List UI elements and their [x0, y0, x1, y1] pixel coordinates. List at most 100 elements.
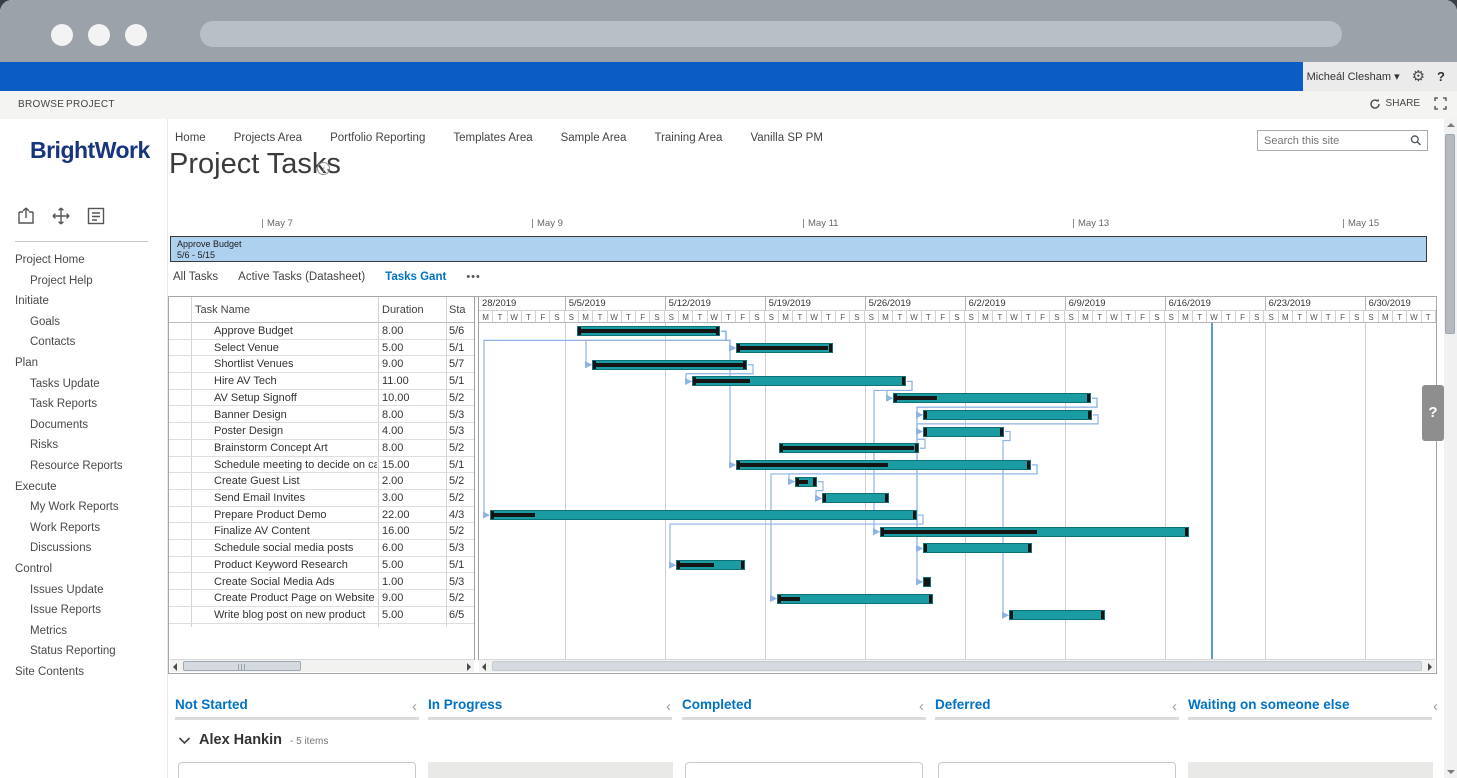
kanban-card[interactable] — [685, 762, 923, 778]
kanban-card[interactable] — [1188, 762, 1433, 778]
table-row[interactable]: Send Email Invites3.005/2 — [169, 490, 474, 507]
sidebar-item-issue-reports[interactable]: Issue Reports — [0, 600, 167, 621]
gantt-bar-finalize-av-content[interactable] — [880, 527, 1189, 537]
scrollbar-thumb[interactable] — [183, 661, 301, 671]
sidebar-item-tasks-update[interactable]: Tasks Update — [0, 374, 167, 395]
column-header-sta[interactable]: Sta — [449, 304, 466, 316]
user-menu[interactable]: Micheál Clesham ▾ — [1307, 70, 1400, 83]
gantt-bar-poster-design[interactable] — [923, 427, 1004, 437]
outline-icon[interactable] — [85, 205, 107, 227]
sidebar-item-initiate[interactable]: Initiate — [0, 291, 167, 312]
gantt-bar-create-guest-list[interactable] — [795, 477, 817, 487]
gantt-bar-send-email-invites[interactable] — [822, 493, 889, 503]
table-row[interactable]: Schedule meeting to decide on catering15… — [169, 457, 474, 474]
sidebar-item-my-work-reports[interactable]: My Work Reports — [0, 497, 167, 518]
column-header-task-name[interactable]: Task Name — [195, 304, 250, 316]
table-row[interactable]: Poster Design4.005/3 — [169, 423, 474, 440]
table-row[interactable]: Hire AV Tech11.005/1 — [169, 373, 474, 390]
search-icon[interactable] — [1410, 133, 1422, 148]
table-row[interactable]: Schedule social media posts6.005/3 — [169, 540, 474, 557]
gear-icon[interactable]: ⚙ — [1412, 69, 1425, 84]
scroll-up-arrow[interactable] — [1447, 123, 1455, 127]
gantt-bar-schedule-meeting-to-decide-on-catering[interactable] — [736, 460, 1031, 470]
scroll-down-arrow[interactable] — [1447, 770, 1455, 774]
sidebar-item-control[interactable]: Control — [0, 559, 167, 580]
sidebar-item-project-home[interactable]: Project Home — [0, 250, 167, 271]
sidebar-item-plan[interactable]: Plan — [0, 353, 167, 374]
sidebar-item-documents[interactable]: Documents — [0, 415, 167, 436]
sidebar-item-site-contents[interactable]: Site Contents — [0, 662, 167, 683]
scroll-right-arrow[interactable] — [1428, 663, 1432, 671]
chevron-left-icon[interactable]: ‹ — [919, 698, 924, 715]
window-close-button[interactable] — [51, 24, 73, 46]
ribbon-tab-browse[interactable]: BROWSE — [18, 99, 64, 110]
chevron-left-icon[interactable]: ‹ — [1433, 698, 1438, 715]
chevron-left-icon[interactable]: ‹ — [1172, 698, 1177, 715]
gantt-bar-product-keyword-research[interactable] — [676, 560, 745, 570]
sidebar-item-discussions[interactable]: Discussions — [0, 538, 167, 559]
kanban-card[interactable] — [428, 762, 673, 778]
table-row[interactable]: Brainstorm Concept Art8.005/2 — [169, 440, 474, 457]
focus-mode-icon[interactable] — [1434, 97, 1447, 110]
page-vscrollbar[interactable] — [1444, 119, 1457, 778]
topnav-item-sample-area[interactable]: Sample Area — [561, 132, 627, 144]
sidebar-item-task-reports[interactable]: Task Reports — [0, 394, 167, 415]
topnav-item-portfolio-reporting[interactable]: Portfolio Reporting — [330, 132, 425, 144]
table-row[interactable]: Finalize AV Content16.005/2 — [169, 523, 474, 540]
table-row[interactable]: Write blog post on new product5.006/5 — [169, 607, 474, 624]
gantt-bar-shortlist-venues[interactable] — [592, 360, 747, 370]
sidebar-item-contacts[interactable]: Contacts — [0, 332, 167, 353]
table-row[interactable]: Product Keyword Research5.005/1 — [169, 557, 474, 574]
table-row[interactable]: Shortlist Venues9.005/7 — [169, 356, 474, 373]
table-row[interactable]: Banner Design8.005/3 — [169, 407, 474, 424]
sidebar-item-work-reports[interactable]: Work Reports — [0, 518, 167, 539]
view-tab-active-tasks-datasheet[interactable]: Active Tasks (Datasheet) — [238, 271, 365, 283]
view-tab-all-tasks[interactable]: All Tasks — [173, 271, 218, 283]
gantt-bar-hire-av-tech[interactable] — [692, 376, 906, 386]
chevron-left-icon[interactable]: ‹ — [666, 698, 671, 715]
kanban-column-in-progress[interactable]: In Progress — [428, 697, 502, 712]
sidebar-item-resource-reports[interactable]: Resource Reports — [0, 456, 167, 477]
table-row[interactable]: Approve Budget8.005/6 — [169, 323, 474, 340]
gantt-bar-create-product-page-on-website[interactable] — [777, 594, 933, 604]
table-row[interactable]: AV Setup Signoff10.005/2 — [169, 390, 474, 407]
scrollbar-thumb[interactable] — [492, 661, 1422, 671]
sidebar-item-metrics[interactable]: Metrics — [0, 621, 167, 642]
topnav-item-vanilla-sp-pm[interactable]: Vanilla SP PM — [750, 132, 822, 144]
move-icon[interactable] — [50, 205, 72, 227]
info-icon[interactable]: i — [317, 162, 330, 175]
gantt-bar-av-setup-signoff[interactable] — [893, 393, 1091, 403]
kanban-group-header[interactable]: Alex Hankin - 5 items — [178, 732, 328, 748]
chart-hscrollbar[interactable] — [479, 659, 1435, 672]
table-row[interactable]: Select Venue5.005/1 — [169, 340, 474, 357]
window-zoom-button[interactable] — [125, 24, 147, 46]
chevron-down-icon[interactable] — [178, 736, 191, 745]
table-row[interactable]: Create Social Media Ads1.005/3 — [169, 574, 474, 591]
kanban-column-waiting-on-someone-else[interactable]: Waiting on someone else — [1188, 697, 1350, 712]
scroll-left-arrow[interactable] — [173, 663, 177, 671]
view-tab-tasks-gant[interactable]: Tasks Gant — [385, 271, 446, 283]
scroll-right-arrow[interactable] — [467, 663, 471, 671]
gantt-bar-create-social-media-ads[interactable] — [923, 577, 931, 587]
address-bar[interactable] — [200, 21, 1342, 47]
help-button[interactable]: ? — [1437, 69, 1445, 84]
ribbon-tab-project[interactable]: PROJECT — [66, 99, 115, 110]
gantt-bar-select-venue[interactable] — [736, 343, 833, 353]
sidebar-item-project-help[interactable]: Project Help — [0, 271, 167, 292]
help-tab[interactable]: ? — [1422, 385, 1444, 441]
share-button[interactable]: SHARE — [1369, 98, 1420, 110]
sidebar-item-execute[interactable]: Execute — [0, 477, 167, 498]
more-views-button[interactable]: ••• — [466, 271, 481, 283]
kanban-column-deferred[interactable]: Deferred — [935, 697, 991, 712]
gantt-bar-schedule-social-media-posts[interactable] — [923, 543, 1032, 553]
sidebar-item-goals[interactable]: Goals — [0, 312, 167, 333]
table-row[interactable]: Prepare Product Demo22.004/3 — [169, 507, 474, 524]
timeline-task-bar[interactable]: Approve Budget 5/6 - 5/15 — [170, 236, 1427, 262]
table-hscrollbar[interactable] — [170, 659, 474, 672]
gantt-bar-write-blog-post-on-new-product[interactable] — [1009, 610, 1105, 620]
kanban-column-completed[interactable]: Completed — [682, 697, 752, 712]
column-header-duration[interactable]: Duration — [382, 304, 424, 316]
gantt-bar-approve-budget[interactable] — [577, 326, 720, 336]
window-minimize-button[interactable] — [88, 24, 110, 46]
kanban-card[interactable] — [178, 762, 416, 778]
